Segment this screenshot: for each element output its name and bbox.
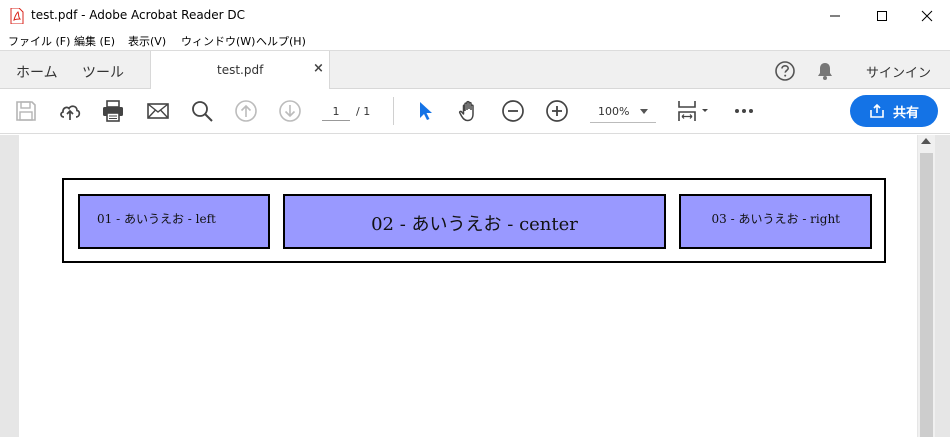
cell-right-text: 03 - あいうえお - right [711,212,840,226]
table-container: 01 - あいうえお - left 02 - あいうえお - center 03… [62,178,886,263]
cell-center-text: 02 - あいうえお - center [371,214,578,235]
bell-icon[interactable] [814,60,836,82]
close-tab-icon[interactable]: × [313,61,324,76]
tab-tools[interactable]: ツール [82,62,124,82]
vertical-scrollbar[interactable] [918,135,935,437]
help-icon[interactable] [774,60,796,82]
document-tab-label: test.pdf [217,63,264,77]
chevron-down-icon [640,109,648,114]
menu-bar: ファイル (F) 編集 (E) 表示(V) ウィンドウ(W) ヘルプ(H) [0,32,950,51]
cell-left: 01 - あいうえお - left [78,194,270,249]
hand-icon [458,100,474,122]
scrollbar-thumb[interactable] [920,153,933,437]
zoom-level-value: 100% [598,105,630,118]
search-button[interactable] [190,99,214,123]
sign-in-link[interactable]: サインイン [866,62,931,81]
search-icon [192,101,213,122]
next-page-button[interactable] [278,99,302,123]
close-window-button[interactable] [904,0,950,32]
toolbar: / 1 100% 共有 [0,89,950,134]
more-horizontal-icon [735,109,753,113]
cursor-arrow-icon [420,102,432,120]
envelope-icon [147,103,169,119]
select-tool-button[interactable] [414,99,438,123]
upload-cloud-button[interactable] [58,99,82,123]
cell-right: 03 - あいうえお - right [679,194,872,249]
menu-view[interactable]: 表示(V) [128,33,166,49]
minimize-icon [830,15,840,17]
minimize-button[interactable] [812,0,858,32]
right-gutter [935,135,950,437]
cloud-upload-icon [60,105,81,120]
cell-left-text: 01 - あいうえお - left [97,212,216,226]
arrow-up-circle-icon [235,100,257,122]
print-button[interactable] [101,99,125,123]
previous-page-button[interactable] [234,99,258,123]
document-viewport[interactable]: 01 - あいうえお - left 02 - あいうえお - center 03… [0,135,950,437]
zoom-in-icon [546,100,568,122]
zoom-out-icon [502,100,524,122]
menu-help[interactable]: ヘルプ(H) [256,33,306,49]
page-total: / 1 [356,105,371,118]
acrobat-pdf-icon [10,8,24,24]
tab-bar: ホーム ツール test.pdf × サインイン [0,51,950,90]
close-icon [921,10,933,22]
save-icon [16,101,36,121]
share-button[interactable]: 共有 [850,95,938,127]
more-tools-button[interactable] [732,99,756,123]
email-button[interactable] [146,99,170,123]
maximize-icon [877,11,887,21]
share-label: 共有 [892,105,919,121]
zoom-out-button[interactable] [501,99,525,123]
printer-icon [103,100,123,122]
hand-tool-button[interactable] [457,99,481,123]
menu-file[interactable]: ファイル (F) [8,33,70,49]
tab-home[interactable]: ホーム [16,62,58,82]
tab-document[interactable]: test.pdf × [150,51,330,90]
scroll-up-icon[interactable] [921,138,931,144]
title-bar: test.pdf - Adobe Acrobat Reader DC [0,0,950,32]
window-title: test.pdf - Adobe Acrobat Reader DC [31,8,246,22]
arrow-down-circle-icon [279,100,301,122]
zoom-level-select[interactable]: 100% [590,101,656,123]
menu-window[interactable]: ウィンドウ(W) [181,33,255,49]
zoom-in-button[interactable] [545,99,569,123]
menu-edit[interactable]: 編集 (E) [74,33,115,49]
toolbar-divider [393,97,394,125]
share-icon [870,103,884,118]
page-display-button[interactable] [676,99,712,123]
page-number-input[interactable] [322,103,350,121]
page-fit-icon [678,101,708,121]
maximize-button[interactable] [859,0,905,32]
save-button[interactable] [14,99,38,123]
cell-center: 02 - あいうえお - center [283,194,666,249]
pdf-page: 01 - あいうえお - left 02 - あいうえお - center 03… [19,135,917,437]
